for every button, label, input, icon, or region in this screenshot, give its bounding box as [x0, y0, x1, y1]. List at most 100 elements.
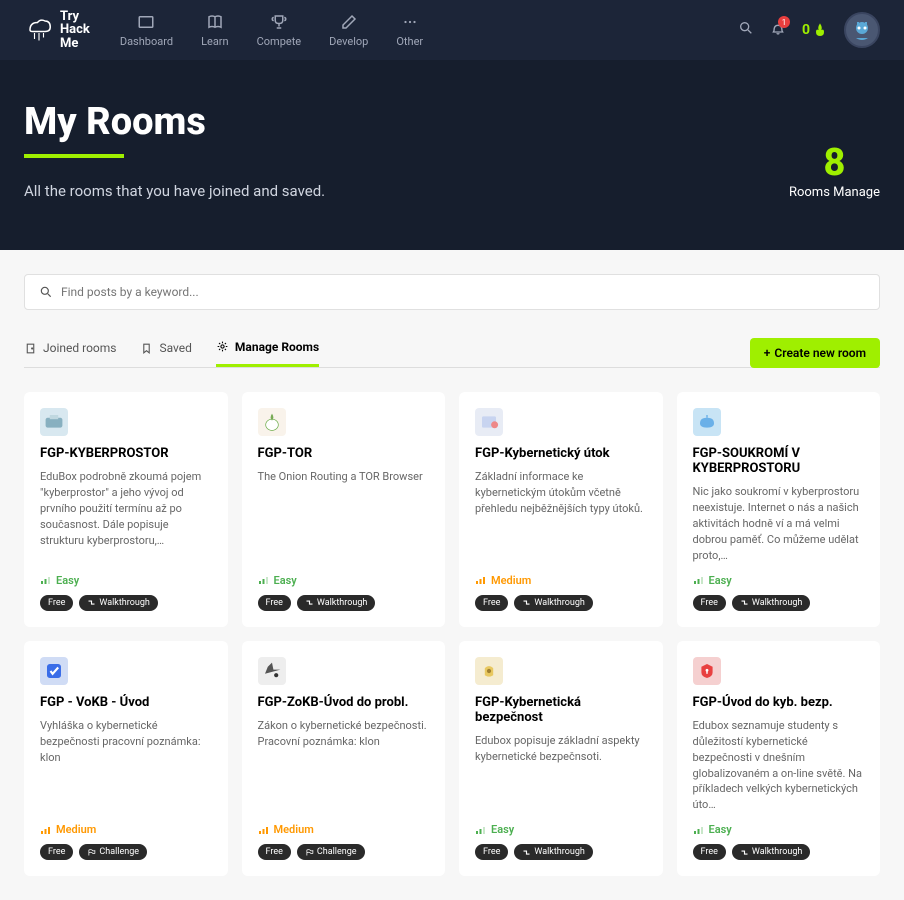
nav-label: Develop	[329, 35, 368, 48]
room-footer: Easy Free Walkthrough	[40, 574, 212, 611]
room-title: FGP-Úvod do kyb. bezp.	[693, 695, 865, 710]
nav-learn[interactable]: Learn	[201, 13, 229, 48]
room-grid: FGP-KYBERPROSTOR EduBox podrobně zkoumá …	[24, 392, 880, 876]
room-card[interactable]: FGP-TOR The Onion Routing a TOR Browser …	[242, 392, 446, 627]
tab-saved[interactable]: Saved	[140, 340, 191, 367]
logo-icon	[24, 15, 54, 45]
door-icon	[24, 342, 37, 355]
room-title: FGP-KYBERPROSTOR	[40, 446, 212, 461]
search-icon	[39, 285, 53, 299]
room-card[interactable]: FGP-SOUKROMÍ V KYBERPROSTORU Nic jako so…	[677, 392, 881, 627]
tab-joined[interactable]: Joined rooms	[24, 340, 116, 367]
avatar[interactable]	[844, 12, 880, 48]
logo-text: Try Hack Me	[60, 10, 90, 51]
free-pill: Free	[475, 844, 508, 860]
room-description: EduBox podrobně zkoumá pojem "kyberprost…	[40, 469, 212, 564]
free-pill: Free	[40, 595, 73, 611]
difficulty-badge: Easy	[258, 574, 430, 587]
bookmark-icon	[140, 342, 153, 355]
difficulty-label: Easy	[709, 574, 732, 587]
room-icon	[693, 408, 721, 436]
room-description: Edubox seznamuje studenty s důležitostí …	[693, 718, 865, 814]
challenge-icon	[87, 848, 96, 857]
room-card[interactable]: FGP-KYBERPROSTOR EduBox podrobně zkoumá …	[24, 392, 228, 627]
difficulty-label: Easy	[56, 574, 79, 587]
pill-label: Walkthrough	[99, 598, 149, 608]
room-icon	[40, 657, 68, 685]
tab-label: Joined rooms	[43, 341, 116, 355]
walkthrough-pill: Walkthrough	[732, 844, 810, 860]
tabs-row: Joined rooms Saved Manage Rooms + Create…	[24, 338, 880, 368]
walkthrough-pill: Walkthrough	[732, 595, 810, 611]
challenge-icon	[305, 848, 314, 857]
room-title: FGP-Kybernetická bezpečnost	[475, 695, 647, 725]
streak-count: 0	[802, 22, 810, 38]
walkthrough-pill: Walkthrough	[514, 595, 592, 611]
signal-icon	[475, 574, 487, 586]
room-footer: Easy Free Walkthrough	[258, 574, 430, 611]
tab-label: Saved	[159, 341, 191, 355]
room-footer: Easy Free Walkthrough	[693, 574, 865, 611]
signal-icon	[475, 824, 487, 836]
logo[interactable]: Try Hack Me	[24, 10, 90, 51]
nav-label: Compete	[257, 35, 302, 48]
header-right: 1 0	[738, 12, 880, 48]
streak-badge[interactable]: 0	[802, 22, 828, 38]
search-button[interactable]	[738, 20, 754, 40]
room-pills: Free Walkthrough	[258, 595, 430, 611]
nav-label: Dashboard	[120, 35, 173, 48]
free-pill: Free	[258, 844, 291, 860]
pill-label: Challenge	[99, 847, 139, 857]
room-card[interactable]: FGP - VoKB - Úvod Vyhláška o kybernetick…	[24, 641, 228, 877]
hero: My Rooms All the rooms that you have joi…	[0, 60, 904, 250]
walkthrough-pill: Walkthrough	[297, 595, 375, 611]
title-underline	[24, 154, 124, 158]
room-title: FGP-ZoKB-Úvod do probl.	[258, 695, 430, 710]
room-card[interactable]: FGP-Úvod do kyb. bezp. Edubox seznamuje …	[677, 641, 881, 877]
room-description: Základní informace ke kybernetickým útok…	[475, 469, 647, 564]
challenge-pill: Challenge	[297, 844, 365, 860]
nav-other[interactable]: Other	[396, 13, 423, 48]
signal-icon	[258, 574, 270, 586]
pill-label: Walkthrough	[752, 598, 802, 608]
trophy-icon	[270, 13, 288, 31]
dots-icon	[401, 13, 419, 31]
room-title: FGP-Kybernetický útok	[475, 446, 647, 461]
room-card[interactable]: FGP-Kybernetická bezpečnost Edubox popis…	[459, 641, 663, 877]
pill-label: Walkthrough	[752, 847, 802, 857]
room-icon	[475, 408, 503, 436]
difficulty-badge: Easy	[475, 823, 647, 836]
nav-compete[interactable]: Compete	[257, 13, 302, 48]
signal-icon	[258, 824, 270, 836]
tab-manage[interactable]: Manage Rooms	[216, 340, 319, 367]
signal-icon	[693, 824, 705, 836]
tab-label: Manage Rooms	[235, 340, 319, 354]
flame-icon	[812, 22, 828, 38]
walkthrough-icon	[522, 598, 531, 607]
difficulty-label: Easy	[709, 823, 732, 836]
room-footer: Medium Free Challenge	[40, 823, 212, 860]
walkthrough-icon	[740, 598, 749, 607]
room-card[interactable]: FGP-Kybernetický útok Základní informace…	[459, 392, 663, 627]
search-bar[interactable]	[24, 274, 880, 310]
create-room-button[interactable]: + Create new room	[750, 338, 880, 368]
free-pill: Free	[475, 595, 508, 611]
walkthrough-pill: Walkthrough	[79, 595, 157, 611]
room-icon	[693, 657, 721, 685]
difficulty-badge: Medium	[258, 823, 430, 836]
book-icon	[206, 13, 224, 31]
room-card[interactable]: FGP-ZoKB-Úvod do probl. Zákon o kybernet…	[242, 641, 446, 877]
free-pill: Free	[693, 844, 726, 860]
search-input[interactable]	[61, 285, 865, 299]
room-icon	[258, 657, 286, 685]
nav-dashboard[interactable]: Dashboard	[120, 13, 173, 48]
nav-develop[interactable]: Develop	[329, 13, 368, 48]
signal-icon	[40, 824, 52, 836]
create-label: Create new room	[774, 346, 866, 360]
notifications-button[interactable]: 1	[770, 20, 786, 40]
pill-label: Walkthrough	[534, 847, 584, 857]
free-pill: Free	[693, 595, 726, 611]
pencil-icon	[340, 13, 358, 31]
pill-label: Walkthrough	[534, 598, 584, 608]
pill-label: Challenge	[317, 847, 357, 857]
